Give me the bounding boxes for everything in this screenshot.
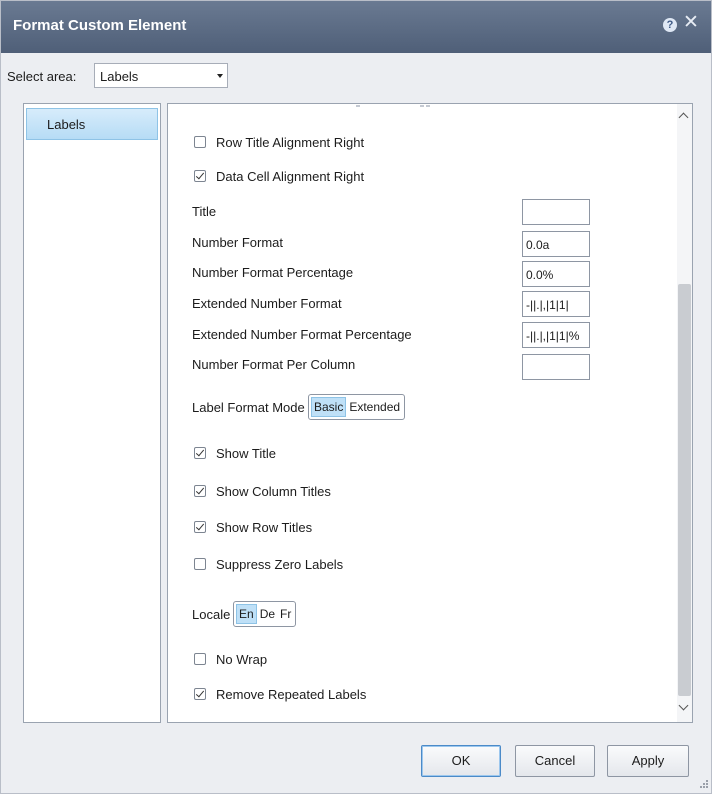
- number-format-per-column-input[interactable]: [522, 354, 590, 380]
- extended-number-format-input[interactable]: -||.|,|1|1|: [522, 291, 590, 317]
- title-input[interactable]: [522, 199, 590, 225]
- ok-button[interactable]: OK: [421, 745, 501, 777]
- area-list-item-label: Labels: [47, 117, 86, 132]
- scrollbar-thumb[interactable]: [678, 284, 691, 696]
- data-cell-alignment-right-checkbox[interactable]: [194, 170, 206, 182]
- locale-fr-option[interactable]: Fr: [278, 604, 293, 624]
- number-format-label: Number Format: [192, 235, 284, 250]
- no-wrap-label: No Wrap: [216, 652, 268, 667]
- show-row-titles-checkbox[interactable]: [194, 521, 206, 533]
- show-column-titles-label: Show Column Titles: [216, 484, 331, 499]
- apply-button[interactable]: Apply: [607, 745, 689, 777]
- select-area-dropdown[interactable]: Labels: [94, 63, 228, 88]
- show-column-titles-checkbox[interactable]: [194, 485, 206, 497]
- row-title-alignment-right-checkbox[interactable]: [194, 136, 206, 148]
- title-label: Title: [192, 204, 217, 219]
- options-panel: Row Title Alignment Right Data Cell Alig…: [167, 103, 693, 723]
- options-scrollbar[interactable]: [677, 104, 692, 722]
- grip-mark: [356, 105, 360, 107]
- locale-de-option[interactable]: De: [258, 604, 277, 624]
- close-icon[interactable]: ✕: [683, 13, 699, 33]
- label-format-mode-basic-option[interactable]: Basic: [311, 397, 347, 417]
- show-title-label: Show Title: [216, 446, 276, 461]
- number-format-input[interactable]: 0.0a: [522, 231, 590, 257]
- scroll-up-icon[interactable]: [678, 112, 689, 123]
- format-custom-element-dialog: Format Custom Element ? ✕ Select area: L…: [0, 0, 712, 794]
- locale-toggle: En De Fr: [233, 601, 297, 627]
- show-row-titles-label: Show Row Titles: [216, 520, 313, 535]
- select-area-value: Labels: [100, 69, 139, 84]
- label-format-mode-toggle: Basic Extended: [308, 394, 406, 420]
- area-list-item-labels[interactable]: Labels: [26, 108, 158, 140]
- label-format-mode-extended-option[interactable]: Extended: [347, 397, 402, 417]
- data-cell-alignment-right-label: Data Cell Alignment Right: [216, 169, 365, 184]
- no-wrap-checkbox[interactable]: [194, 653, 206, 665]
- scroll-down-icon[interactable]: [678, 700, 689, 711]
- extended-number-format-percentage-input[interactable]: -||.|,|1|1|%: [522, 322, 590, 348]
- help-icon[interactable]: ?: [663, 18, 677, 32]
- suppress-zero-labels-label: Suppress Zero Labels: [216, 557, 344, 572]
- grip-mark: [420, 105, 424, 107]
- number-format-percentage-input[interactable]: 0.0%: [522, 261, 590, 287]
- title-bar[interactable]: Format Custom Element ? ✕: [1, 1, 711, 53]
- extended-number-format-percentage-label: Extended Number Format Percentage: [192, 327, 412, 342]
- cancel-button[interactable]: Cancel: [515, 745, 595, 777]
- show-title-checkbox[interactable]: [194, 447, 206, 459]
- row-title-alignment-right-label: Row Title Alignment Right: [216, 135, 365, 150]
- dialog-title: Format Custom Element: [13, 17, 187, 34]
- remove-repeated-labels-label: Remove Repeated Labels: [216, 687, 367, 702]
- select-area-label: Select area:: [7, 69, 77, 84]
- locale-en-option[interactable]: En: [236, 604, 257, 624]
- extended-number-format-label: Extended Number Format: [192, 296, 342, 311]
- number-format-percentage-label: Number Format Percentage: [192, 265, 354, 280]
- area-list: Labels: [23, 103, 161, 723]
- resize-grip-icon[interactable]: [697, 779, 709, 791]
- suppress-zero-labels-checkbox[interactable]: [194, 558, 206, 570]
- chevron-down-icon: [217, 74, 223, 78]
- grip-mark: [426, 105, 430, 107]
- label-format-mode-label: Label Format Mode: [192, 400, 305, 415]
- locale-label: Locale: [192, 607, 231, 622]
- remove-repeated-labels-checkbox[interactable]: [194, 688, 206, 700]
- number-format-per-column-label: Number Format Per Column: [192, 357, 356, 372]
